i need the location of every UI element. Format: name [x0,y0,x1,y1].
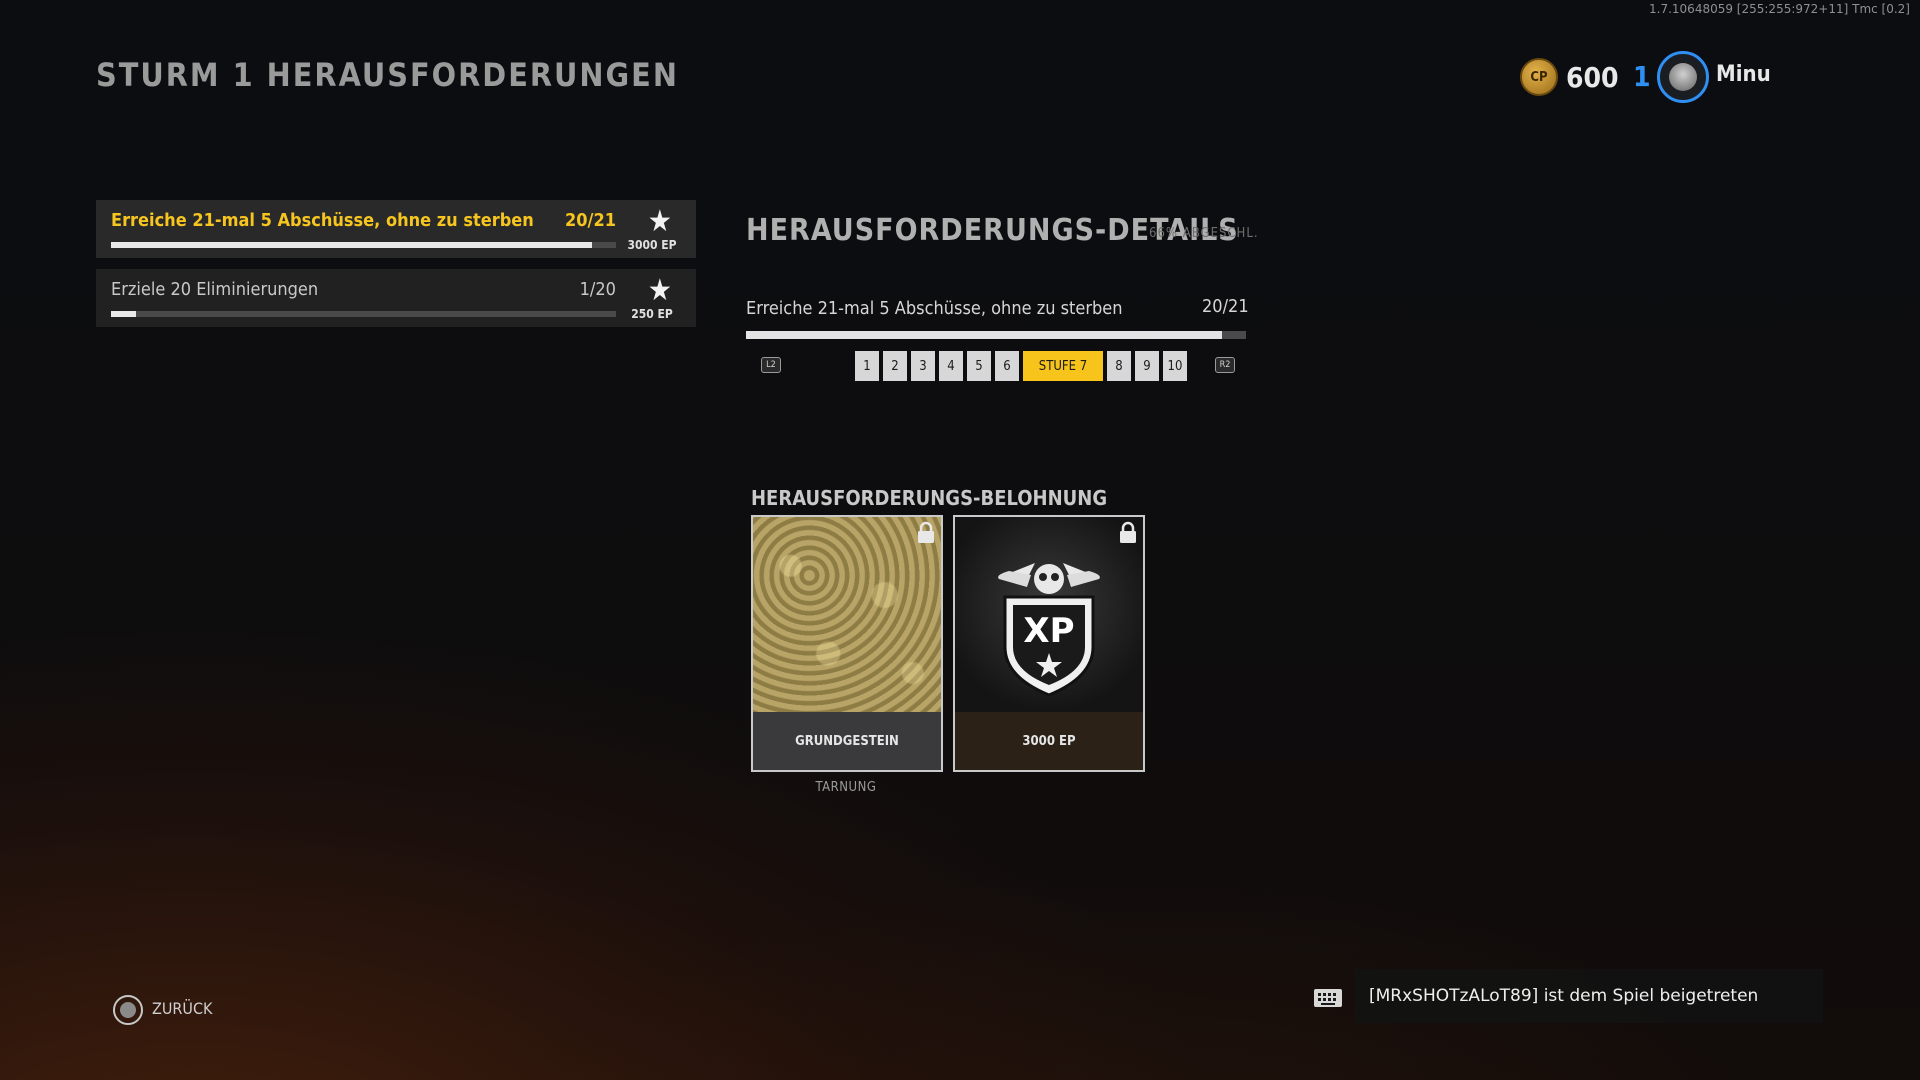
keyboard-icon [1314,989,1342,1007]
cod-points-display[interactable]: CP 600 [1520,58,1619,96]
tier-3[interactable]: 3 [911,351,935,381]
star-icon: ★ [647,273,672,308]
challenge-count: 20/21 [565,210,616,231]
reward-label: GRUNDGESTEIN [753,712,941,770]
reward-label: 3000 EP [955,712,1143,770]
detail-progress-bar [746,331,1246,339]
detail-challenge-title: Erreiche 21-mal 5 Abschüsse, ohne zu ste… [746,298,1123,319]
player-rank: 1 [1633,60,1651,93]
player-name: Minu [1716,62,1771,87]
reward-card-xp[interactable]: XP 3000 EP [953,515,1145,772]
tier-2[interactable]: 2 [883,351,907,381]
rewards-title: HERAUSFORDERUNGS-BELOHNUNG [751,486,1108,510]
star-icon: ★ [647,204,672,239]
challenge-title: Erziele 20 Eliminierungen [111,279,319,300]
progress-fill [746,331,1222,339]
tier-9[interactable]: 9 [1135,351,1159,381]
circle-button-icon[interactable] [113,995,143,1025]
challenge-item-selected[interactable]: Erreiche 21-mal 5 Abschüsse, ohne zu ste… [96,200,696,258]
progress-fill [111,242,592,248]
xp-badge-icon: XP [998,563,1100,697]
camo-pattern [753,517,941,712]
cod-points-icon: CP [1520,58,1558,96]
tier-7-current[interactable]: STUFE 7 [1023,351,1103,381]
reward-category: TARNUNG [815,780,877,795]
notification-toast: [MRxSHOTzALoT89] ist dem Spiel beigetret… [1355,969,1823,1023]
tier-10[interactable]: 10 [1163,351,1187,381]
tier-4[interactable]: 4 [939,351,963,381]
r2-button-icon[interactable]: R2 [1215,357,1235,373]
player-avatar[interactable] [1657,51,1709,103]
challenge-title: Erreiche 21-mal 5 Abschüsse, ohne zu ste… [111,210,534,231]
challenge-progress-bar [111,242,616,248]
tier-selector: 1 2 3 4 5 6 STUFE 7 8 9 10 [855,351,1187,381]
xp-badge-area: XP [955,517,1143,712]
back-button-label[interactable]: ZURÜCK [152,999,212,1018]
challenge-item[interactable]: Erziele 20 Eliminierungen 1/20 ★ 250 EP [96,269,696,327]
avatar-emblem-icon [1669,63,1697,91]
l2-button-icon[interactable]: L2 [761,357,781,373]
xp-badge-text: XP [1023,611,1074,651]
page-title: STURM 1 HERAUSFORDERUNGEN [96,56,679,94]
challenge-progress-bar [111,311,616,317]
cod-points-amount: 600 [1566,60,1619,94]
progress-fill [111,311,137,317]
version-string: 1.7.10648059 [255:255:972+11] Tmc [0.2] [1649,2,1910,16]
tier-6[interactable]: 6 [995,351,1019,381]
lock-icon [1120,521,1136,543]
tier-5[interactable]: 5 [967,351,991,381]
tier-8[interactable]: 8 [1107,351,1131,381]
reward-card-camo[interactable]: GRUNDGESTEIN [751,515,943,772]
lock-icon [918,521,934,543]
challenge-count: 1/20 [579,279,616,300]
detail-challenge-count: 20/21 [1202,296,1249,317]
tier-1[interactable]: 1 [855,351,879,381]
challenge-reward: 250 EP [631,307,673,321]
challenge-reward: 3000 EP [627,238,677,252]
completion-percent: 66% ABGESCHL. [1149,226,1259,241]
